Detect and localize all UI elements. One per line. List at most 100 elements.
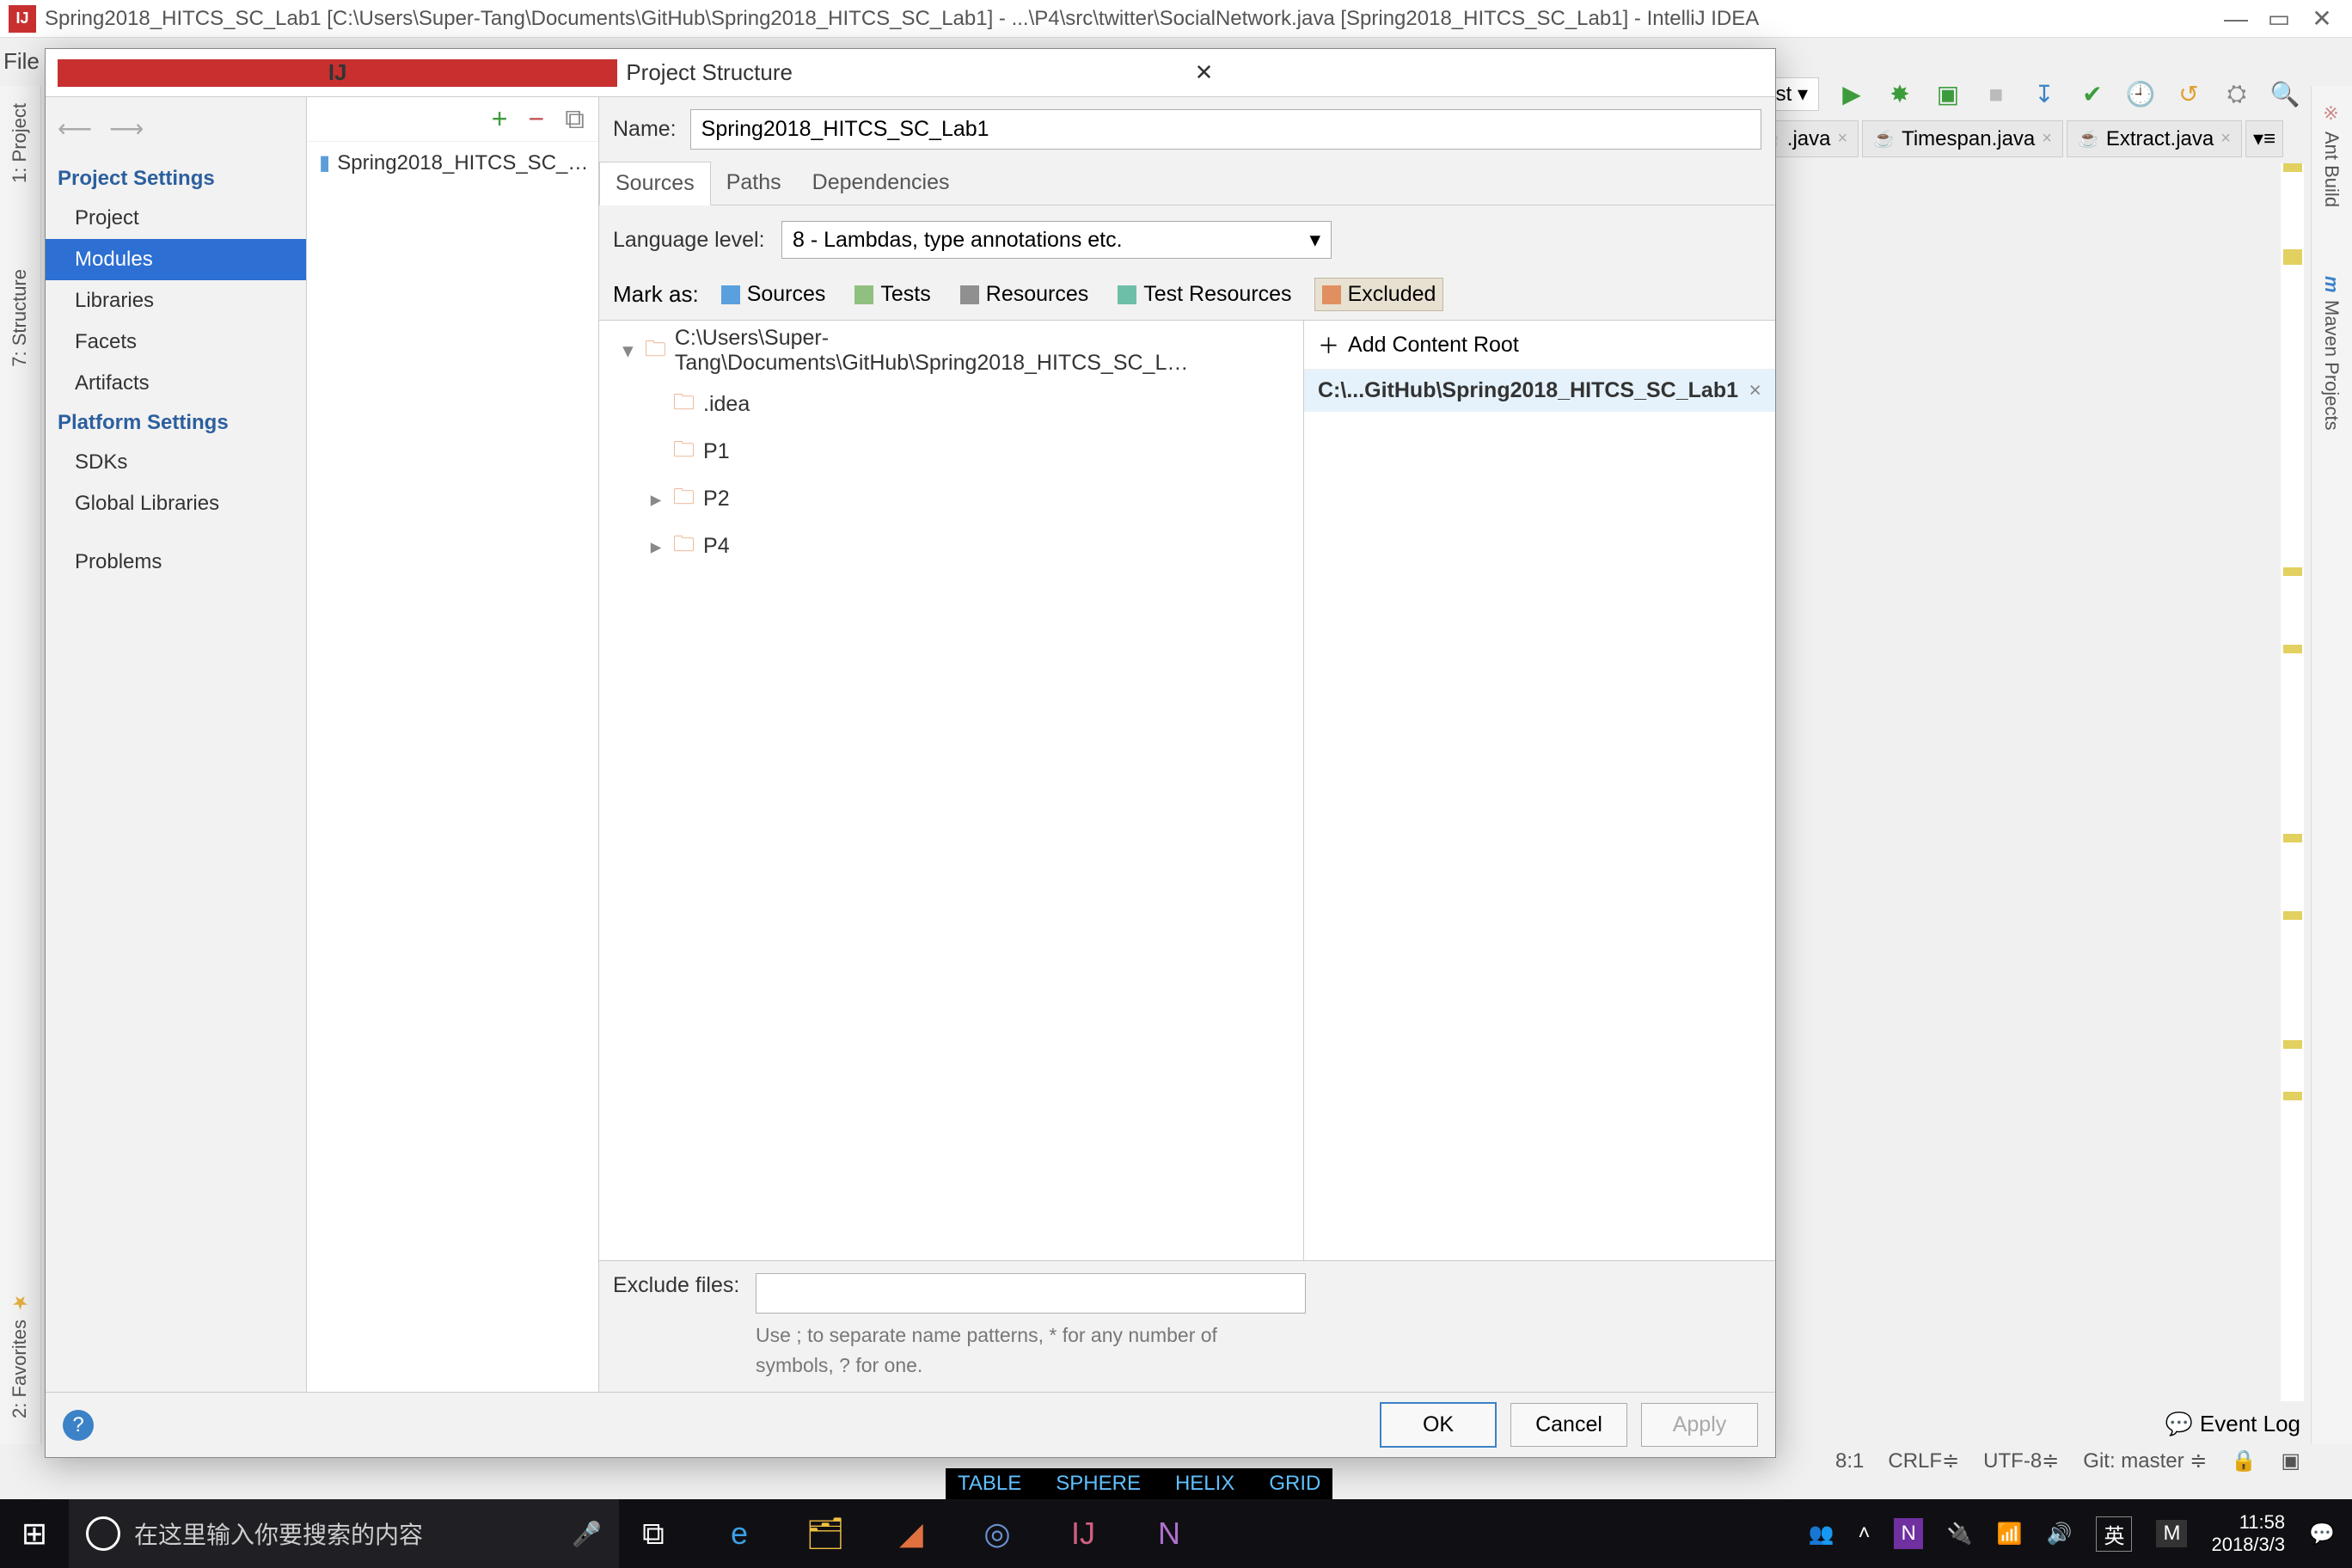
side-tab-maven[interactable]: mMaven Projects bbox=[2312, 259, 2351, 447]
vcs-update-icon[interactable]: ↧ bbox=[2029, 79, 2060, 110]
chevron-down-icon[interactable]: ▾ bbox=[620, 338, 636, 364]
wifi-icon[interactable]: 📶 bbox=[1997, 1522, 2023, 1547]
close-tab-icon[interactable]: × bbox=[2220, 129, 2231, 149]
matlab-icon[interactable]: ◢ bbox=[877, 1499, 946, 1568]
editor-tab[interactable]: ☕Extract.java× bbox=[2067, 120, 2242, 157]
close-window-button[interactable]: ✕ bbox=[2300, 2, 2343, 36]
side-tab-favorites[interactable]: 2: Favorites★ bbox=[0, 1274, 40, 1436]
coverage-icon[interactable]: ▣ bbox=[1932, 79, 1963, 110]
copy-module-icon[interactable]: ⧉ bbox=[565, 103, 585, 136]
cancel-button[interactable]: Cancel bbox=[1510, 1403, 1627, 1447]
event-log-button[interactable]: 💬 Event Log bbox=[2165, 1411, 2300, 1437]
nav-item-global-libraries[interactable]: Global Libraries bbox=[46, 483, 306, 524]
nav-item-sdks[interactable]: SDKs bbox=[46, 442, 306, 483]
action-center-icon[interactable]: 💬 bbox=[2309, 1522, 2335, 1547]
nav-item-artifacts[interactable]: Artifacts bbox=[46, 363, 306, 404]
ime-mode[interactable]: M bbox=[2156, 1520, 2187, 1547]
caret-position[interactable]: 8:1 bbox=[1835, 1449, 1864, 1473]
ok-button[interactable]: OK bbox=[1380, 1402, 1497, 1448]
clock[interactable]: 11:58 2018/3/3 bbox=[2211, 1511, 2285, 1557]
side-tab-project[interactable]: 1: Project bbox=[0, 86, 40, 200]
overlay-label[interactable]: SPHERE bbox=[1056, 1472, 1141, 1496]
taskbar-search[interactable]: 在这里输入你要搜索的内容 🎤 bbox=[69, 1499, 619, 1568]
module-detail-panel: Name: Sources Paths Dependencies Languag… bbox=[599, 97, 1775, 1392]
tab-dependencies[interactable]: Dependencies bbox=[797, 162, 965, 205]
mark-resources-button[interactable]: Resources bbox=[953, 279, 1096, 310]
content-roots-panel: ＋Add Content Root C:\...GitHub\Spring201… bbox=[1304, 321, 1775, 1260]
remove-root-icon[interactable]: × bbox=[1749, 378, 1761, 403]
tree-root-item[interactable]: ▾🗀C:\Users\Super-Tang\Documents\GitHub\S… bbox=[599, 321, 1303, 381]
exclude-files-input[interactable] bbox=[756, 1273, 1306, 1314]
menu-file[interactable]: File bbox=[3, 48, 40, 75]
minimize-button[interactable]: — bbox=[2214, 2, 2257, 36]
overlay-label[interactable]: GRID bbox=[1269, 1472, 1320, 1496]
module-list-item[interactable]: ▮ Spring2018_HITCS_SC_… bbox=[307, 142, 598, 184]
nav-back-icon[interactable]: ⟵ bbox=[58, 114, 92, 143]
nav-item-libraries[interactable]: Libraries bbox=[46, 280, 306, 322]
tree-item[interactable]: 🗀P1 bbox=[599, 428, 1303, 475]
mark-tests-button[interactable]: Tests bbox=[848, 279, 937, 310]
overlay-label[interactable]: HELIX bbox=[1175, 1472, 1234, 1496]
dialog-close-button[interactable]: ✕ bbox=[1186, 58, 1763, 88]
wechat-icon[interactable]: ◎ bbox=[963, 1499, 1032, 1568]
tree-item[interactable]: ▸🗀P2 bbox=[599, 475, 1303, 523]
memory-indicator-icon[interactable]: ▣ bbox=[2281, 1449, 2300, 1473]
nav-item-modules[interactable]: Modules bbox=[46, 239, 306, 280]
git-branch[interactable]: Git: master ≑ bbox=[2083, 1449, 2207, 1473]
close-tab-icon[interactable]: × bbox=[1837, 129, 1847, 149]
nav-item-problems[interactable]: Problems bbox=[46, 542, 306, 583]
volume-icon[interactable]: 🔊 bbox=[2047, 1522, 2073, 1547]
side-tab-ant[interactable]: ※Ant Build bbox=[2312, 86, 2351, 224]
task-view-button[interactable]: ⧉ bbox=[619, 1499, 688, 1568]
tree-item[interactable]: 🗀.idea bbox=[599, 381, 1303, 428]
tab-overflow[interactable]: ▾≡ bbox=[2245, 120, 2283, 157]
intellij-taskbar-icon[interactable]: IJ bbox=[1049, 1499, 1118, 1568]
tree-item[interactable]: ▸🗀P4 bbox=[599, 523, 1303, 570]
mark-excluded-button[interactable]: Excluded bbox=[1314, 278, 1444, 311]
tray-chevron-icon[interactable]: ˄ bbox=[1858, 1522, 1870, 1546]
content-root-item[interactable]: C:\...GitHub\Spring2018_HITCS_SC_Lab1× bbox=[1304, 370, 1775, 412]
settings-icon[interactable]: ⛭ bbox=[2221, 79, 2252, 110]
power-icon[interactable]: 🔌 bbox=[1947, 1522, 1973, 1547]
add-content-root-button[interactable]: ＋Add Content Root bbox=[1304, 321, 1775, 370]
nav-forward-icon[interactable]: ⟶ bbox=[109, 114, 144, 143]
close-tab-icon[interactable]: × bbox=[2042, 129, 2052, 149]
ime-lang[interactable]: 英 bbox=[2096, 1516, 2132, 1552]
tab-paths[interactable]: Paths bbox=[711, 162, 797, 205]
mic-icon[interactable]: 🎤 bbox=[572, 1520, 602, 1548]
module-name-input[interactable] bbox=[690, 109, 1761, 150]
onenote-tray-icon[interactable]: N bbox=[1894, 1518, 1922, 1549]
start-button[interactable]: ⊞ bbox=[0, 1499, 69, 1568]
mark-sources-button[interactable]: Sources bbox=[714, 279, 833, 310]
revert-icon[interactable]: ↺ bbox=[2173, 79, 2204, 110]
maximize-button[interactable]: ▭ bbox=[2257, 2, 2300, 36]
vcs-commit-icon[interactable]: ✔ bbox=[2077, 79, 2108, 110]
file-encoding[interactable]: UTF-8≑ bbox=[1983, 1449, 2059, 1473]
onenote-icon[interactable]: N bbox=[1135, 1499, 1204, 1568]
lock-icon[interactable]: 🔒 bbox=[2231, 1449, 2257, 1473]
chevron-right-icon[interactable]: ▸ bbox=[647, 534, 665, 560]
file-explorer-icon[interactable]: 🗂 bbox=[791, 1499, 860, 1568]
remove-module-icon[interactable]: − bbox=[528, 103, 544, 135]
people-icon[interactable]: 👥 bbox=[1809, 1522, 1834, 1547]
side-tab-structure[interactable]: 7: Structure bbox=[0, 252, 40, 384]
debug-icon[interactable]: ✸ bbox=[1884, 79, 1915, 110]
nav-item-project[interactable]: Project bbox=[46, 198, 306, 239]
mark-testresources-button[interactable]: Test Resources bbox=[1111, 279, 1298, 310]
tab-sources[interactable]: Sources bbox=[599, 162, 711, 205]
language-level-dropdown[interactable]: 8 - Lambdas, type annotations etc. ▾ bbox=[781, 221, 1332, 259]
add-module-icon[interactable]: + bbox=[492, 103, 508, 135]
nav-item-facets[interactable]: Facets bbox=[46, 322, 306, 363]
help-button[interactable]: ? bbox=[63, 1410, 94, 1441]
stop-icon[interactable]: ■ bbox=[1981, 79, 2012, 110]
search-icon[interactable]: 🔍 bbox=[2269, 79, 2300, 110]
line-separator[interactable]: CRLF≑ bbox=[1888, 1449, 1959, 1473]
vcs-history-icon[interactable]: 🕘 bbox=[2125, 79, 2156, 110]
run-icon[interactable]: ▶ bbox=[1836, 79, 1867, 110]
apply-button[interactable]: Apply bbox=[1641, 1403, 1758, 1447]
editor-tab[interactable]: ☕Timespan.java× bbox=[1862, 120, 2063, 157]
chevron-right-icon[interactable]: ▸ bbox=[647, 487, 665, 512]
excluded-color-icon bbox=[1322, 285, 1341, 304]
edge-icon[interactable]: e bbox=[705, 1499, 774, 1568]
overlay-label[interactable]: TABLE bbox=[958, 1472, 1021, 1496]
